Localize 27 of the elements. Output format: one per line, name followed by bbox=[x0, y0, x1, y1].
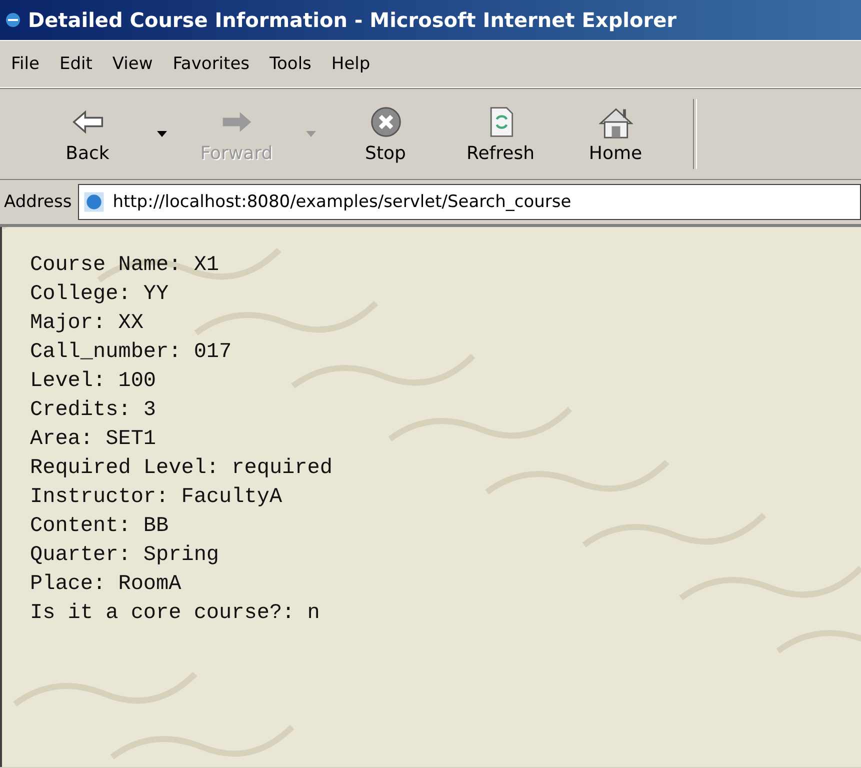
course-detail: Major: XX bbox=[30, 311, 144, 337]
course-detail: College: YY bbox=[30, 282, 170, 308]
home-button[interactable]: Home bbox=[558, 104, 673, 164]
course-detail: Credits: 3 bbox=[30, 398, 158, 424]
course-detail: Quarter: Spring bbox=[30, 543, 220, 569]
menu-item[interactable]: Edit bbox=[50, 52, 102, 76]
course-detail: Instructor: FacultyA bbox=[30, 485, 284, 511]
course-detail: Required Level: required bbox=[30, 456, 334, 482]
menu-item[interactable]: View bbox=[103, 52, 162, 76]
stop-button[interactable]: Stop bbox=[328, 104, 443, 164]
refresh-button[interactable]: Refresh bbox=[443, 104, 558, 164]
menu-item[interactable]: Favorites bbox=[164, 52, 259, 76]
back-button[interactable]: Back bbox=[30, 104, 145, 164]
course-detail: Level: 100 bbox=[30, 369, 158, 395]
course-detail: Course Name: X1 bbox=[30, 253, 220, 279]
menu-item[interactable]: Help bbox=[322, 52, 380, 76]
course-detail: Content: BB bbox=[30, 514, 170, 540]
menu-item[interactable]: Tools bbox=[260, 52, 320, 76]
course-detail: Call_number: 017 bbox=[30, 340, 233, 366]
course-detail: Area: SET1 bbox=[30, 427, 158, 453]
address-field[interactable]: http://localhost:8080/examples/servlet/Search_course bbox=[78, 184, 861, 220]
course-detail: Place: RoomA bbox=[30, 572, 182, 598]
address-label: Address bbox=[4, 192, 72, 212]
course-detail: Is it a core course?: n bbox=[30, 601, 321, 627]
menu-item[interactable]: File bbox=[2, 52, 48, 76]
caret-icon[interactable] bbox=[157, 131, 167, 137]
window-title: Detailed Course Information - Microsoft Internet Explorer bbox=[28, 8, 677, 32]
